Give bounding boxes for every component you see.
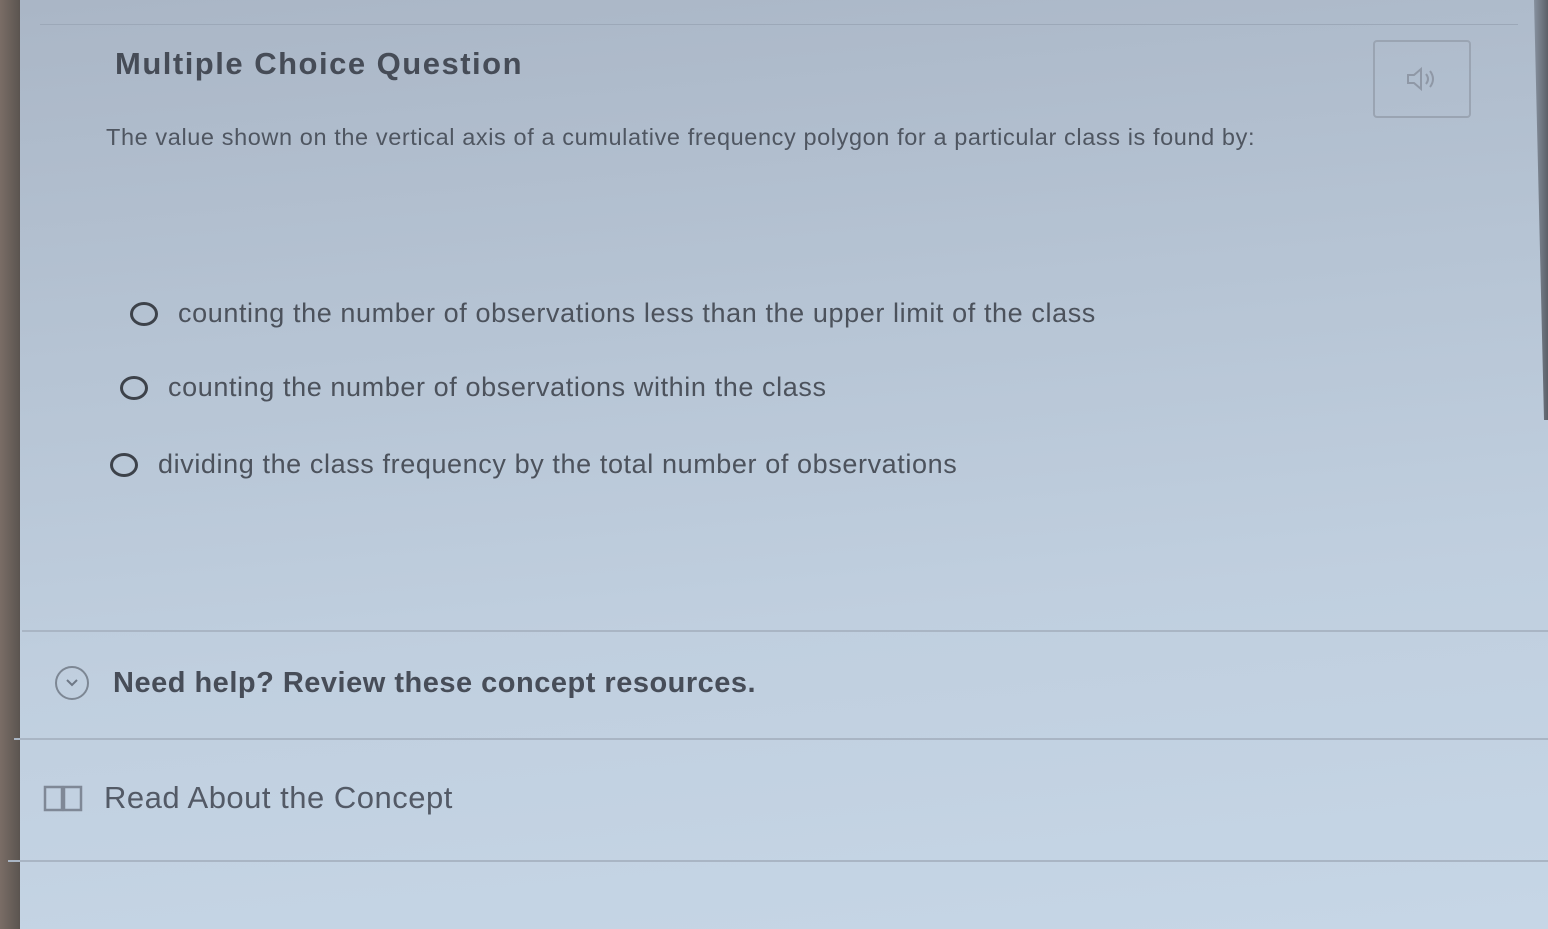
radio-button[interactable] xyxy=(110,452,138,477)
answer-option-3[interactable]: dividing the class frequency by the tota… xyxy=(110,449,957,480)
answer-option-1[interactable]: counting the number of observations less… xyxy=(130,298,1096,329)
speaker-icon xyxy=(1407,66,1434,92)
read-about-concept-link[interactable]: Read About the Concept xyxy=(42,780,453,816)
question-prompt: The value shown on the vertical axis of … xyxy=(106,124,1256,150)
section-divider xyxy=(22,630,1548,632)
section-divider xyxy=(8,860,1548,862)
window-edge xyxy=(1534,0,1548,420)
resource-label: Read About the Concept xyxy=(104,780,453,815)
question-type-label: Multiple Choice Question xyxy=(115,46,524,81)
book-icon xyxy=(43,785,83,812)
concept-resources-label: Need help? Review these concept resource… xyxy=(113,666,757,699)
chevron-down-icon xyxy=(55,666,89,700)
answer-option-label: counting the number of observations with… xyxy=(168,372,827,402)
answer-option-label: dividing the class frequency by the tota… xyxy=(158,449,958,479)
answer-option-label: counting the number of observations less… xyxy=(178,298,1096,328)
answer-option-2[interactable]: counting the number of observations with… xyxy=(120,372,827,403)
read-aloud-button[interactable] xyxy=(1373,40,1471,118)
section-divider xyxy=(14,738,1548,740)
concept-resources-toggle[interactable]: Need help? Review these concept resource… xyxy=(55,666,756,700)
header-divider xyxy=(40,24,1518,25)
radio-button[interactable] xyxy=(120,375,148,400)
radio-button[interactable] xyxy=(130,301,158,326)
